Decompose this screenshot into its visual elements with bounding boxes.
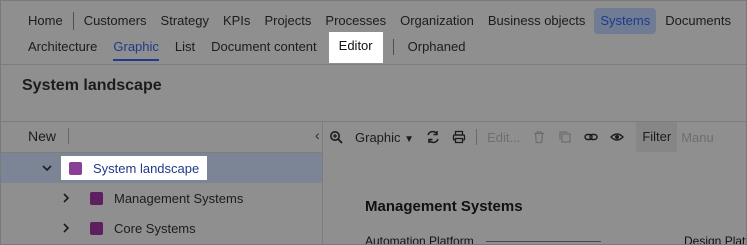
- canvas-connector: [486, 241, 601, 242]
- nav-documents[interactable]: Documents: [658, 8, 738, 34]
- tree-row-core-systems[interactable]: Core Systems: [1, 213, 322, 243]
- filter-button[interactable]: Filter: [636, 122, 678, 152]
- tab-editor[interactable]: Editor: [328, 31, 383, 63]
- caret-down-icon: ▼: [404, 133, 415, 145]
- link-icon[interactable]: [578, 122, 604, 152]
- tree-row-system-landscape[interactable]: System landscape: [1, 153, 322, 183]
- tab-divider: [392, 39, 394, 55]
- toolbar-divider: [476, 129, 478, 145]
- nav-strategy[interactable]: Strategy: [154, 8, 216, 34]
- edit-button[interactable]: Edit...: [481, 130, 526, 145]
- view-select-label: Graphic: [355, 129, 401, 145]
- system-node-icon: [90, 192, 103, 205]
- tab-document-content[interactable]: Document content: [203, 33, 325, 61]
- tree-row-management-systems[interactable]: Management Systems: [1, 183, 322, 213]
- collapse-panel-icon[interactable]: ‹: [315, 127, 320, 143]
- print-icon[interactable]: [446, 122, 472, 152]
- chevron-right-icon[interactable]: [59, 191, 73, 205]
- nav-organization[interactable]: Organization: [393, 8, 481, 34]
- nav-divider: [72, 12, 74, 30]
- nav-processes[interactable]: Processes: [318, 8, 393, 34]
- view-select[interactable]: Graphic ▼: [349, 130, 420, 145]
- toolbar-divider: [68, 128, 69, 144]
- app-frame: Home Customers Strategy KPIs Projects Pr…: [0, 0, 747, 245]
- tab-list[interactable]: List: [167, 33, 203, 61]
- trash-icon[interactable]: [526, 122, 552, 152]
- tree-row-label: Core Systems: [114, 221, 196, 236]
- refresh-icon[interactable]: [420, 122, 446, 152]
- zoom-in-icon[interactable]: [323, 122, 349, 152]
- nav-business-objects[interactable]: Business objects: [481, 8, 593, 34]
- header-divider: [1, 64, 746, 65]
- secondary-nav: Architecture Graphic List Document conte…: [1, 31, 746, 63]
- new-button[interactable]: New: [28, 128, 56, 144]
- manual-button[interactable]: Manu: [677, 130, 714, 145]
- canvas-node-label[interactable]: Automation Platform: [365, 234, 474, 244]
- eye-icon[interactable]: [604, 122, 630, 152]
- system-node-icon: [69, 162, 82, 175]
- tab-orphaned[interactable]: Orphaned: [400, 33, 474, 61]
- canvas-node-label[interactable]: Design Platf: [684, 234, 746, 244]
- primary-nav: Home Customers Strategy KPIs Projects Pr…: [1, 8, 746, 34]
- tab-architecture[interactable]: Architecture: [1, 33, 105, 61]
- nav-projects[interactable]: Projects: [257, 8, 318, 34]
- tab-graphic[interactable]: Graphic: [105, 33, 167, 61]
- chevron-down-icon[interactable]: [40, 161, 54, 175]
- canvas-group-heading: Management Systems: [365, 198, 523, 215]
- nav-home[interactable]: Home: [1, 8, 70, 34]
- chevron-right-icon[interactable]: [59, 221, 73, 235]
- system-node-icon: [90, 222, 103, 235]
- copy-icon[interactable]: [552, 122, 578, 152]
- editor-toolbar: Graphic ▼ Edit... Filter Manu: [323, 122, 746, 152]
- nav-systems[interactable]: Systems: [594, 8, 657, 34]
- tree-row-label: System landscape: [93, 161, 200, 176]
- page-title: System landscape: [22, 77, 162, 94]
- tree-panel: New ‹ System landscape Management System…: [1, 122, 322, 244]
- tree-row-label: Management Systems: [114, 191, 244, 206]
- nav-kpis[interactable]: KPIs: [216, 8, 257, 34]
- nav-customers[interactable]: Customers: [77, 8, 154, 34]
